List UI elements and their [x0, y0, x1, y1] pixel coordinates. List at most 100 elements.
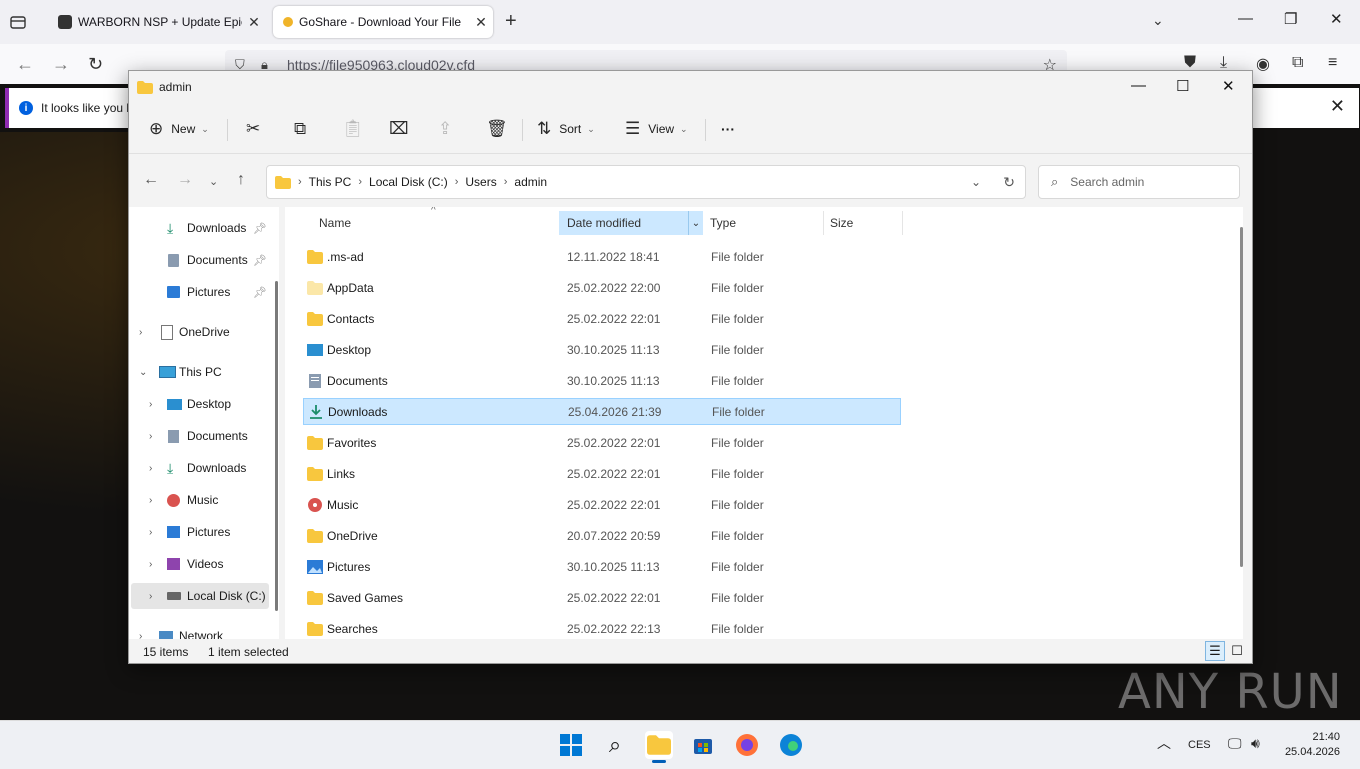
chevron-right-icon[interactable]: ›	[149, 399, 152, 410]
sidebar-item-network[interactable]: › Network	[129, 623, 279, 639]
address-bar[interactable]: › This PC › Local Disk (C:) › Users › ad…	[266, 165, 1026, 199]
column-header-size[interactable]: Size	[824, 211, 902, 235]
copy-button[interactable]: ⧉	[294, 115, 306, 143]
start-icon[interactable]	[557, 731, 585, 759]
share-button[interactable]: ⇪	[438, 115, 452, 143]
table-row[interactable]: Documents 30.10.2025 11:13 File folder	[303, 367, 901, 394]
breadcrumb-local-disk[interactable]: Local Disk (C:)	[369, 175, 448, 189]
breadcrumb-users[interactable]: Users	[465, 175, 496, 189]
refresh-icon[interactable]: ↻	[1003, 174, 1015, 191]
extensions-icon[interactable]: ⧉	[1292, 54, 1303, 72]
breadcrumb-this-pc[interactable]: This PC	[309, 175, 352, 189]
forward-icon[interactable]: →	[52, 54, 70, 75]
volume-icon[interactable]: 🔊︎	[1251, 735, 1260, 752]
sidebar-item-local-disk[interactable]: › Local Disk (C:)	[131, 583, 269, 609]
breadcrumb-admin[interactable]: admin	[514, 175, 547, 189]
table-row[interactable]: OneDrive 20.07.2022 20:59 File folder	[303, 522, 901, 549]
sidebar-item-onedrive[interactable]: › OneDrive	[129, 319, 279, 345]
sidebar-item-desktop[interactable]: › Desktop	[129, 391, 279, 417]
column-header-name[interactable]: Name	[303, 211, 557, 235]
menu-icon[interactable]: ≡	[1328, 54, 1337, 72]
vertical-scrollbar[interactable]	[1240, 227, 1243, 567]
chevron-right-icon[interactable]: ›	[149, 559, 152, 570]
chevron-down-icon[interactable]: ⌄	[1152, 12, 1164, 29]
close-window-icon[interactable]: ✕	[1330, 10, 1343, 28]
tab-goshare[interactable]: GoShare - Download Your File ✕	[273, 6, 493, 38]
up-icon[interactable]: ↑	[237, 171, 245, 189]
table-row[interactable]: AppData 25.02.2022 22:00 File folder	[303, 274, 901, 301]
table-row[interactable]: Pictures 30.10.2025 11:13 File folder	[303, 553, 901, 580]
back-icon[interactable]: ←	[16, 54, 34, 75]
back-icon[interactable]: ←	[143, 171, 159, 189]
table-row[interactable]: Contacts 25.02.2022 22:01 File folder	[303, 305, 901, 332]
table-row[interactable]: Music 25.02.2022 22:01 File folder	[303, 491, 901, 518]
search-icon[interactable]: ⌕	[601, 731, 629, 759]
paste-button[interactable]: 📋︎	[342, 115, 364, 143]
table-row[interactable]: .ms-ad 12.11.2022 18:41 File folder	[303, 243, 901, 270]
column-header-type[interactable]: Type	[704, 211, 822, 235]
sidebar-item-this-pc[interactable]: ⌄ This PC	[129, 359, 279, 385]
chevron-right-icon[interactable]: ›	[149, 431, 152, 442]
table-row[interactable]: Desktop 30.10.2025 11:13 File folder	[303, 336, 901, 363]
minimize-icon[interactable]: —	[1131, 77, 1146, 94]
item-count: 15 items	[143, 645, 189, 659]
firefox-icon[interactable]	[733, 731, 761, 759]
file-type: File folder	[711, 528, 764, 543]
rename-button[interactable]: ⌧	[389, 115, 409, 143]
file-explorer-icon[interactable]	[645, 731, 673, 759]
table-row[interactable]: Saved Games 25.02.2022 22:01 File folder	[303, 584, 901, 611]
sidebar-item-documents[interactable]: › Documents	[129, 423, 279, 449]
chevron-down-icon[interactable]: ⌄	[971, 175, 981, 189]
table-row[interactable]: Links 25.02.2022 22:01 File folder	[303, 460, 901, 487]
sidebar-item-pictures[interactable]: › Pictures	[129, 519, 279, 545]
chevron-down-icon[interactable]: ⌄	[139, 367, 147, 378]
close-tab-icon[interactable]: ✕	[469, 14, 493, 31]
chevron-up-icon[interactable]: ︿	[1157, 733, 1171, 753]
chevron-right-icon[interactable]: ›	[149, 463, 152, 474]
view-button[interactable]: ☰ View ⌄	[625, 115, 688, 143]
clock[interactable]: 21:40 25.04.2026	[1284, 730, 1340, 760]
reload-icon[interactable]: ↻	[88, 54, 103, 75]
sidebar-item-downloads-pinned[interactable]: ⤓ Downloads 📌︎	[129, 215, 279, 241]
delete-button[interactable]: 🗑︎	[486, 115, 508, 143]
table-row[interactable]: Searches 25.02.2022 22:13 File folder	[303, 615, 901, 639]
sort-button[interactable]: ⇅ Sort ⌄	[537, 115, 595, 143]
maximize-icon[interactable]: ☐	[1176, 77, 1189, 95]
close-tab-icon[interactable]: ✕	[242, 14, 266, 31]
sidebar-item-music[interactable]: › Music	[129, 487, 279, 513]
new-button[interactable]: ⊕ New ⌄	[149, 115, 209, 143]
tab-list-icon[interactable]	[8, 12, 28, 32]
chevron-right-icon[interactable]: ›	[149, 495, 152, 506]
table-row[interactable]: Downloads 25.04.2026 21:39 File folder	[303, 398, 901, 425]
account-icon[interactable]: ◉	[1256, 54, 1270, 74]
forward-icon[interactable]: →	[177, 171, 193, 189]
sidebar-item-downloads[interactable]: › ⤓ Downloads	[129, 455, 279, 481]
chevron-right-icon[interactable]: ›	[149, 527, 152, 538]
store-icon[interactable]	[689, 731, 717, 759]
sidebar-item-pictures-pinned[interactable]: Pictures 📌︎	[129, 279, 279, 305]
chevron-right-icon[interactable]: ›	[149, 591, 152, 602]
tab-warborn[interactable]: WARBORN NSP + Update Epic N ✕	[48, 6, 266, 38]
network-icon[interactable]: 🖵︎	[1228, 735, 1242, 752]
chevron-right-icon[interactable]: ›	[139, 631, 142, 640]
close-window-icon[interactable]: ✕	[1222, 77, 1235, 95]
new-tab-icon[interactable]: +	[505, 10, 517, 33]
minimize-icon[interactable]: —	[1238, 10, 1253, 27]
restore-icon[interactable]: ❐	[1284, 10, 1297, 28]
large-icons-view-icon[interactable]: ☐	[1227, 641, 1247, 661]
sidebar-item-videos[interactable]: › Videos	[129, 551, 279, 577]
chevron-right-icon[interactable]: ›	[139, 327, 142, 338]
chevron-down-icon[interactable]: ⌄	[688, 211, 703, 235]
table-row[interactable]: Favorites 25.02.2022 22:01 File folder	[303, 429, 901, 456]
more-options-button[interactable]: ···	[721, 115, 735, 143]
close-notification-icon[interactable]: ✕	[1330, 96, 1345, 117]
details-view-icon[interactable]: ☰	[1205, 641, 1225, 661]
column-header-date[interactable]: Date modified ⌄	[559, 211, 703, 235]
cut-button[interactable]: ✂	[246, 115, 260, 143]
search-input[interactable]: ⌕ Search admin	[1038, 165, 1240, 199]
sidebar-scrollbar[interactable]	[275, 281, 278, 611]
language-indicator[interactable]: CES	[1188, 739, 1211, 751]
sidebar-item-documents-pinned[interactable]: Documents 📌︎	[129, 247, 279, 273]
edge-icon[interactable]	[777, 731, 805, 759]
recent-locations-icon[interactable]: ⌄	[209, 175, 218, 188]
